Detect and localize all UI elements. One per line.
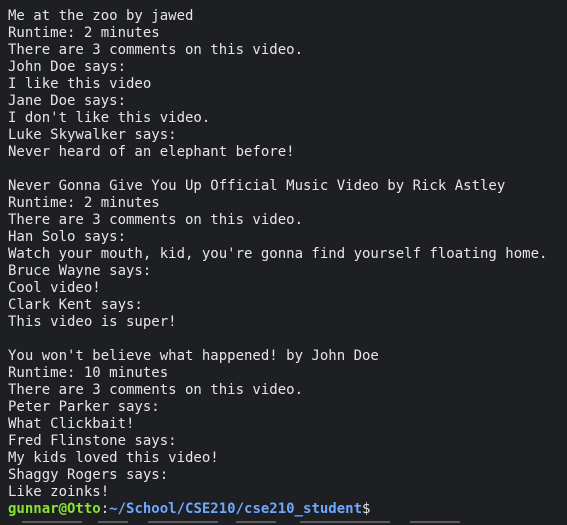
output-line: There are 3 comments on this video. [8,382,304,398]
output-line: Cool video! [8,280,101,296]
output-line: This video is super! [8,314,177,330]
shell-prompt[interactable]: gunnar@Otto:~/School/CSE210/cse210_stude… [8,501,567,518]
output-line: What Clickbait! [8,416,135,432]
output-line: Never Gonna Give You Up Official Music V… [8,178,506,194]
terminal-window[interactable]: Me at the zoo by jawed Runtime: 2 minute… [0,0,567,525]
prompt-path: ~/School/CSE210/cse210_student [109,501,363,517]
output-line: Han Solo says: [8,229,127,245]
prompt-separator: : [100,501,110,517]
output-line: My kids loved this video! [8,450,219,466]
output-line: I like this video [8,76,152,92]
prompt-symbol: $ [362,501,371,517]
output-line: You won't believe what happened! by John… [8,348,379,364]
output-line: Luke Skywalker says: [8,127,177,143]
output-line: Runtime: 10 minutes [8,365,169,381]
output-line: There are 3 comments on this video. [8,212,304,228]
output-line: Jane Doe says: [8,93,127,109]
output-line: Fred Flinstone says: [8,433,177,449]
output-line: John Doe says: [8,59,127,75]
output-line: I don't like this video. [8,110,211,126]
output-line: There are 3 comments on this video. [8,42,304,58]
output-line: Me at the zoo by jawed [8,8,194,24]
output-line: Watch your mouth, kid, you're gonna find… [8,246,548,262]
output-line: Shaggy Rogers says: [8,467,169,483]
output-line: Peter Parker says: [8,399,160,415]
output-line: Clark Kent says: [8,297,143,313]
output-line: Bruce Wayne says: [8,263,152,279]
prompt-user-host: gunnar@Otto [8,501,101,517]
output-line: Never heard of an elephant before! [8,144,295,160]
output-line: Runtime: 2 minutes [8,25,160,41]
output-line: Like zoinks! [8,484,110,500]
output-line: Runtime: 2 minutes [8,195,160,211]
scroll-edge [0,521,567,525]
